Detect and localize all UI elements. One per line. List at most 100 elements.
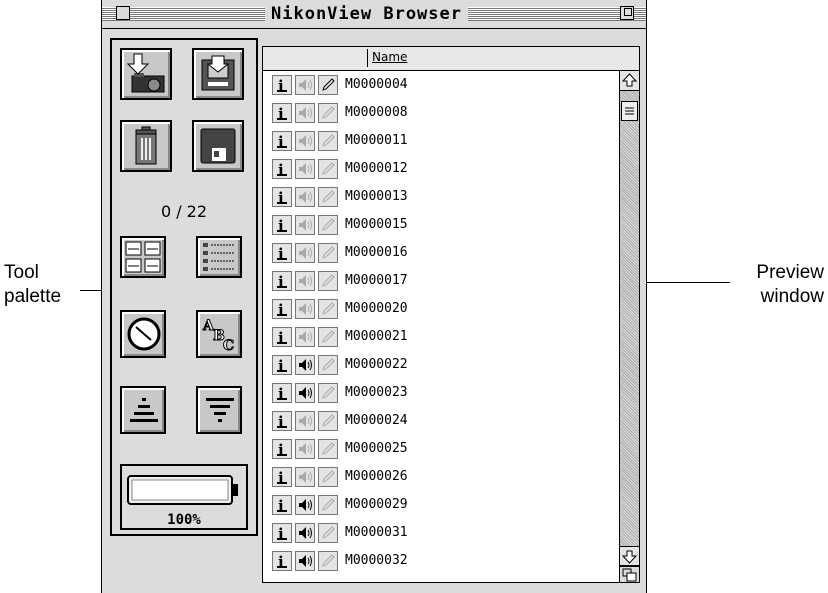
- download-from-camera-button[interactable]: [120, 48, 172, 100]
- list-item[interactable]: i M0000026: [263, 463, 619, 491]
- sound-icon[interactable]: [295, 243, 315, 263]
- note-icon[interactable]: [318, 187, 338, 207]
- note-icon[interactable]: [318, 159, 338, 179]
- sound-icon[interactable]: [295, 159, 315, 179]
- clock-icon: [127, 317, 161, 351]
- list-item[interactable]: i M0000015: [263, 211, 619, 239]
- sound-icon[interactable]: [295, 467, 315, 487]
- note-icon[interactable]: [318, 271, 338, 291]
- note-icon[interactable]: [318, 103, 338, 123]
- list-item[interactable]: i M0000025: [263, 435, 619, 463]
- note-icon[interactable]: [318, 467, 338, 487]
- list-item[interactable]: i M0000017: [263, 267, 619, 295]
- info-icon[interactable]: i: [272, 159, 292, 179]
- sound-icon[interactable]: [295, 523, 315, 543]
- info-icon[interactable]: i: [272, 495, 292, 515]
- sound-icon[interactable]: [295, 299, 315, 319]
- note-icon[interactable]: [318, 131, 338, 151]
- sort-by-name-button[interactable]: A B C: [196, 310, 242, 358]
- preview-window: Name i M0000004 i M0000008 i M0000011 i M000001…: [262, 46, 640, 583]
- list-item[interactable]: i M0000032: [263, 547, 619, 575]
- list-item[interactable]: i M0000008: [263, 99, 619, 127]
- note-icon[interactable]: [318, 523, 338, 543]
- scroll-down-arrow[interactable]: [620, 546, 639, 566]
- callout-tool-palette: Tool palette: [4, 261, 61, 309]
- list-item[interactable]: i M0000031: [263, 519, 619, 547]
- info-icon[interactable]: i: [272, 523, 292, 543]
- zoom-box[interactable]: [620, 6, 634, 20]
- info-icon[interactable]: i: [272, 215, 292, 235]
- sort-descending-button[interactable]: [196, 386, 242, 434]
- save-to-floppy-button[interactable]: [192, 48, 244, 100]
- info-icon[interactable]: i: [272, 551, 292, 571]
- sound-icon[interactable]: [295, 215, 315, 235]
- view-icons-button[interactable]: [120, 236, 166, 278]
- info-icon[interactable]: i: [272, 187, 292, 207]
- info-icon[interactable]: i: [272, 103, 292, 123]
- list-item[interactable]: i M0000016: [263, 239, 619, 267]
- info-icon[interactable]: i: [272, 467, 292, 487]
- sort-ascending-button[interactable]: [120, 386, 166, 434]
- item-name: M0000026: [345, 469, 408, 484]
- title-bar[interactable]: NikonView Browser: [102, 0, 646, 29]
- sound-icon[interactable]: [295, 327, 315, 347]
- list-item[interactable]: i M0000023: [263, 379, 619, 407]
- camera-download-icon: [126, 53, 165, 93]
- sound-icon[interactable]: [295, 439, 315, 459]
- item-name: M0000011: [345, 133, 408, 148]
- list-item[interactable]: i M0000020: [263, 295, 619, 323]
- note-icon[interactable]: [318, 495, 338, 515]
- info-icon[interactable]: i: [272, 327, 292, 347]
- list-item[interactable]: i M0000011: [263, 127, 619, 155]
- callout-preview-window: Preview window: [738, 261, 824, 309]
- scroll-up-arrow[interactable]: [620, 71, 639, 91]
- note-icon[interactable]: [318, 383, 338, 403]
- note-icon[interactable]: [318, 355, 338, 375]
- item-name: M0000004: [345, 77, 408, 92]
- sound-icon[interactable]: [295, 271, 315, 291]
- delete-button[interactable]: [120, 120, 172, 172]
- info-icon[interactable]: i: [272, 131, 292, 151]
- sound-icon[interactable]: [295, 551, 315, 571]
- sound-icon[interactable]: [295, 411, 315, 431]
- info-icon[interactable]: i: [272, 411, 292, 431]
- sound-icon[interactable]: [295, 187, 315, 207]
- scroll-thumb[interactable]: [621, 101, 638, 121]
- save-button[interactable]: [192, 120, 244, 172]
- sound-icon[interactable]: [295, 75, 315, 95]
- info-icon[interactable]: i: [272, 355, 292, 375]
- info-icon[interactable]: i: [272, 439, 292, 459]
- sound-icon[interactable]: [295, 383, 315, 403]
- note-icon[interactable]: [318, 327, 338, 347]
- note-icon[interactable]: [318, 551, 338, 571]
- view-list-button[interactable]: [196, 236, 242, 278]
- sound-icon[interactable]: [295, 131, 315, 151]
- list-item[interactable]: i M0000021: [263, 323, 619, 351]
- note-icon[interactable]: [318, 75, 338, 95]
- close-box[interactable]: [116, 6, 130, 20]
- note-icon[interactable]: [318, 243, 338, 263]
- info-icon[interactable]: i: [272, 299, 292, 319]
- note-icon[interactable]: [318, 299, 338, 319]
- info-icon[interactable]: i: [272, 271, 292, 291]
- vertical-scrollbar[interactable]: [619, 71, 639, 582]
- list-item[interactable]: i M0000012: [263, 155, 619, 183]
- list-item[interactable]: i M0000024: [263, 407, 619, 435]
- name-column-header[interactable]: Name: [372, 50, 407, 64]
- list-item[interactable]: i M0000004: [263, 71, 619, 99]
- list-item[interactable]: i M0000022: [263, 351, 619, 379]
- list-item[interactable]: i M0000029: [263, 491, 619, 519]
- item-name: M0000024: [345, 413, 408, 428]
- resize-grow-box[interactable]: [620, 566, 639, 582]
- info-icon[interactable]: i: [272, 75, 292, 95]
- note-icon[interactable]: [318, 215, 338, 235]
- sound-icon[interactable]: [295, 355, 315, 375]
- note-icon[interactable]: [318, 411, 338, 431]
- list-item[interactable]: i M0000013: [263, 183, 619, 211]
- note-icon[interactable]: [318, 439, 338, 459]
- sound-icon[interactable]: [295, 495, 315, 515]
- sound-icon[interactable]: [295, 103, 315, 123]
- info-icon[interactable]: i: [272, 383, 292, 403]
- info-icon[interactable]: i: [272, 243, 292, 263]
- sort-by-date-button[interactable]: [120, 310, 166, 358]
